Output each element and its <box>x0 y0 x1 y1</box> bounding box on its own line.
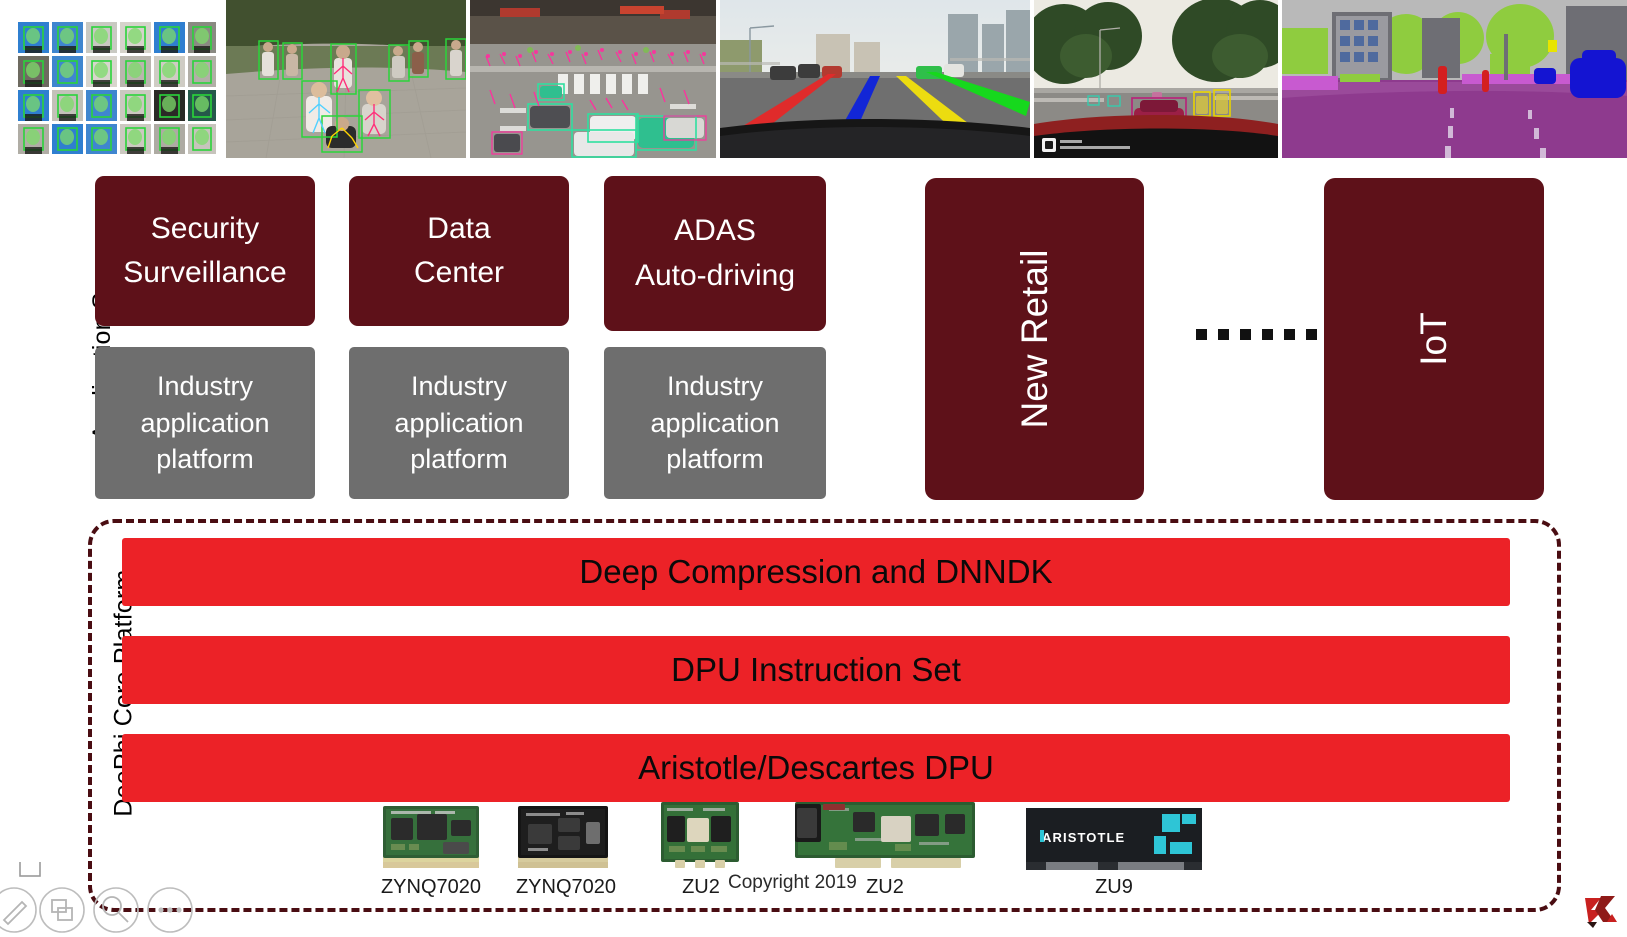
ellipsis-dot <box>1306 329 1317 340</box>
board-image-zu2-som <box>661 802 739 868</box>
platform-card-adas-auto-driving-label: Industry application platform <box>650 371 780 475</box>
core-bar-dpu-instruction-set-label: DPU Instruction Set <box>671 651 961 688</box>
core-bar-aristotle-descartes-dpu[interactable]: Aristotle/Descartes DPU <box>122 734 1510 802</box>
demo-image-face-detection-grid <box>0 0 222 158</box>
scene-card-new-retail-label: New Retail <box>1013 249 1055 429</box>
ellipsis-indicator <box>1196 329 1317 340</box>
platform-card-adas-auto-driving[interactable]: Industry application platform <box>604 347 826 499</box>
ellipsis-dot <box>1284 329 1295 340</box>
demo-image-traffic-intersection-detection <box>470 0 716 158</box>
board-label-zynq7020-green: ZYNQ7020 <box>380 876 482 898</box>
demo-image-dashcam-object-detection <box>1034 0 1278 158</box>
application-scene-section: Security Surveillance Industry applicati… <box>0 158 1627 513</box>
scene-card-data-center[interactable]: Data Center <box>349 176 569 326</box>
ellipsis-dot <box>1196 329 1207 340</box>
demo-image-lane-detection <box>720 0 1030 158</box>
core-bar-deep-compression-label: Deep Compression and DNNDK <box>579 553 1053 590</box>
platform-card-data-center[interactable]: Industry application platform <box>349 347 569 499</box>
core-bar-aristotle-descartes-dpu-label: Aristotle/Descartes DPU <box>638 749 994 786</box>
board-label-zynq7020-black: ZYNQ7020 <box>515 876 617 898</box>
platform-card-security-surveillance[interactable]: Industry application platform <box>95 347 315 499</box>
scene-card-security-surveillance-label: Security Surveillance <box>123 211 287 289</box>
demo-image-semantic-segmentation <box>1282 0 1627 158</box>
core-bar-deep-compression[interactable]: Deep Compression and DNNDK <box>122 538 1510 606</box>
copyright-text: Copyright 2019 <box>728 872 857 893</box>
section-label-core-platform: DeePhi Core Platform <box>0 520 138 880</box>
xilinx-logo <box>1581 892 1619 932</box>
scene-card-iot[interactable]: IoT <box>1324 178 1544 500</box>
scene-card-iot-label: IoT <box>1413 312 1454 366</box>
ellipsis-dot <box>1218 329 1229 340</box>
pen-icon <box>2 900 28 926</box>
core-bar-dpu-instruction-set[interactable]: DPU Instruction Set <box>122 636 1510 704</box>
platform-card-security-surveillance-label: Industry application platform <box>140 371 270 475</box>
platform-card-data-center-label: Industry application platform <box>394 371 524 475</box>
board-label-zu9-aristotle-card: ZU9 <box>1095 876 1133 898</box>
scene-card-security-surveillance[interactable]: Security Surveillance <box>95 176 315 326</box>
watermark-toolbar <box>0 862 210 936</box>
scene-card-adas-auto-driving[interactable]: ADAS Auto-driving <box>604 176 826 331</box>
svg-text:ARISTOTLE: ARISTOTLE <box>1042 830 1125 845</box>
demo-image-pose-estimation <box>226 0 466 158</box>
ellipsis-dot <box>1240 329 1251 340</box>
board-image-zu2-pcie <box>795 798 975 870</box>
scene-card-adas-auto-driving-label: ADAS Auto-driving <box>634 214 796 292</box>
board-image-zynq7020-green <box>383 806 479 868</box>
board-image-zu9-aristotle-card: ARISTOTLE <box>1026 808 1202 870</box>
demo-image-strip <box>0 0 1627 158</box>
ellipsis-dot <box>1262 329 1273 340</box>
board-image-zynq7020-black <box>518 806 608 868</box>
scene-card-data-center-label: Data Center <box>413 211 505 289</box>
scene-card-new-retail[interactable]: New Retail <box>925 178 1144 500</box>
